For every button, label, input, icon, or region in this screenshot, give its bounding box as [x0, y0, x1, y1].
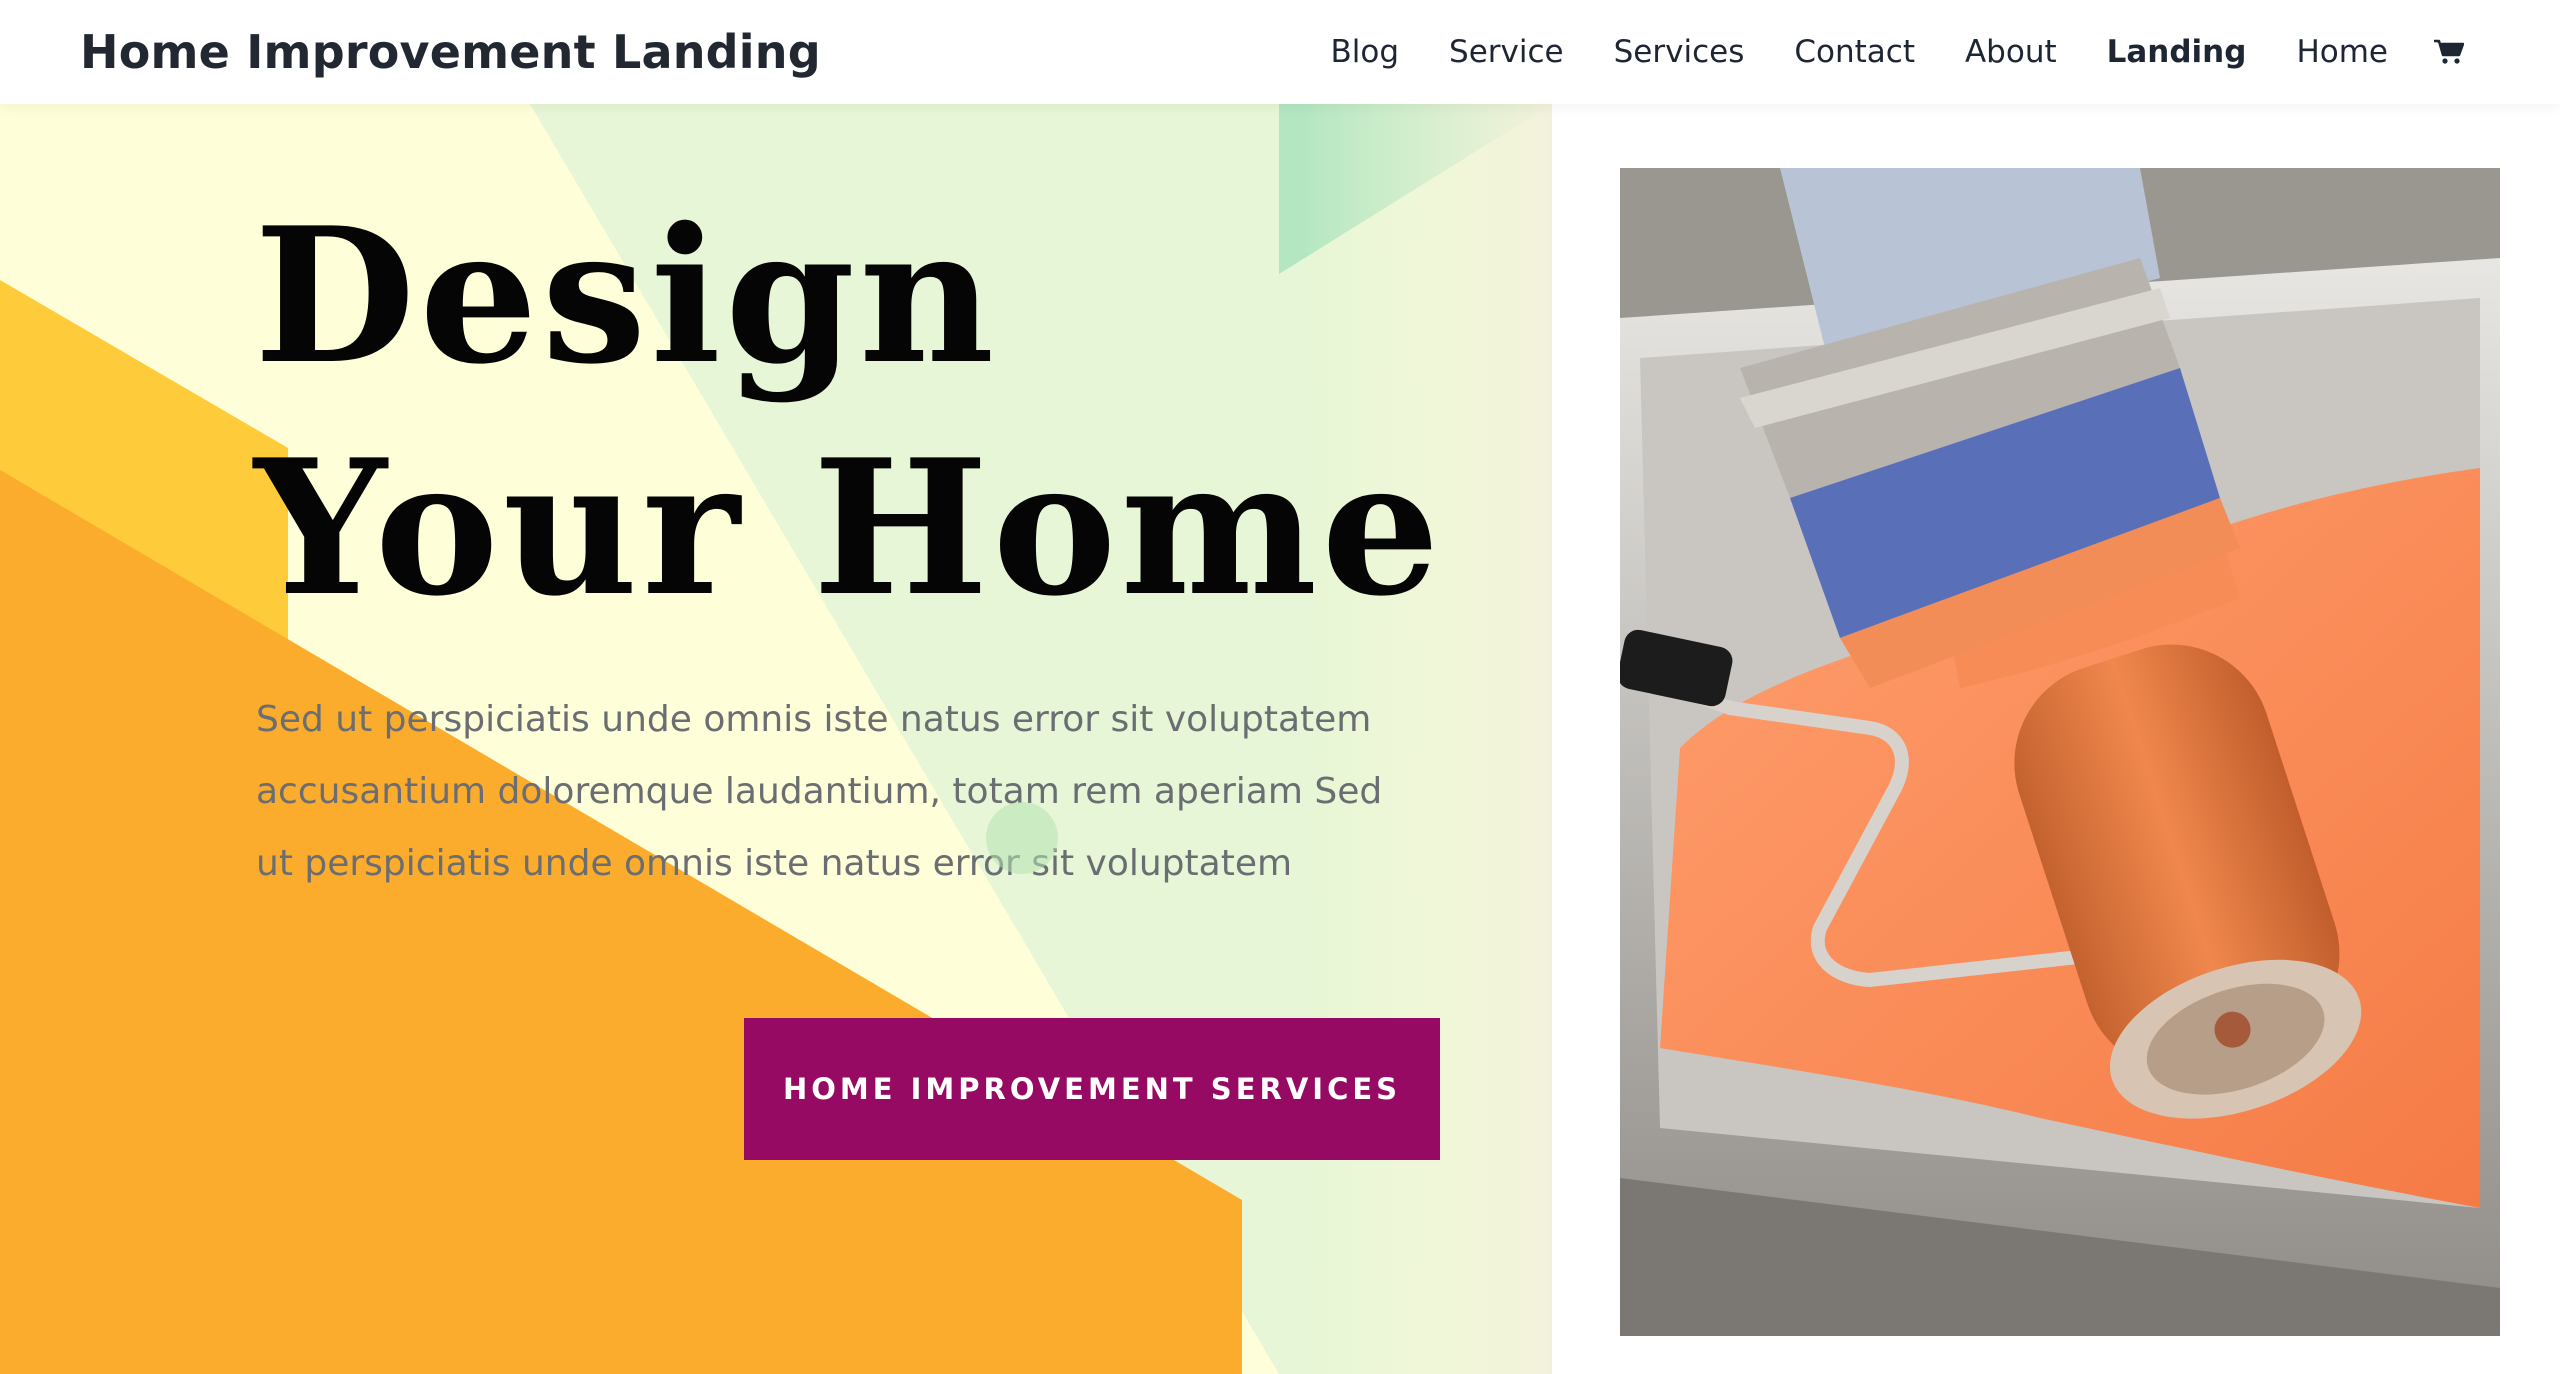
nav-item-contact[interactable]: Contact	[1794, 32, 1915, 72]
nav-item-service[interactable]: Service	[1449, 32, 1564, 72]
home-improvement-services-button[interactable]: HOME IMPROVEMENT SERVICES	[744, 1018, 1440, 1160]
main-navigation: Blog Service Services Contact About Land…	[1281, 0, 2465, 104]
cart-icon[interactable]	[2434, 39, 2465, 65]
hero-title: Design Your Home	[254, 180, 1444, 644]
site-header: Home Improvement Landing Blog Service Se…	[0, 0, 2560, 104]
paint-roller-and-brush-illustration	[1620, 168, 2500, 1336]
cursor-indicator	[986, 802, 1058, 874]
paint-roller-photo	[1620, 168, 2500, 1336]
hero-title-line-1: Design	[254, 186, 999, 405]
nav-item-about[interactable]: About	[1965, 32, 2057, 72]
nav-item-landing[interactable]: Landing	[2107, 32, 2247, 72]
hero-description: Sed ut perspiciatis unde omnis iste natu…	[256, 699, 1383, 884]
nav-item-services[interactable]: Services	[1614, 32, 1745, 72]
site-title[interactable]: Home Improvement Landing	[80, 24, 821, 80]
nav-item-blog[interactable]: Blog	[1331, 32, 1400, 72]
hero-title-line-2: Your Home	[254, 418, 1444, 637]
nav-item-home[interactable]: Home	[2296, 32, 2388, 72]
